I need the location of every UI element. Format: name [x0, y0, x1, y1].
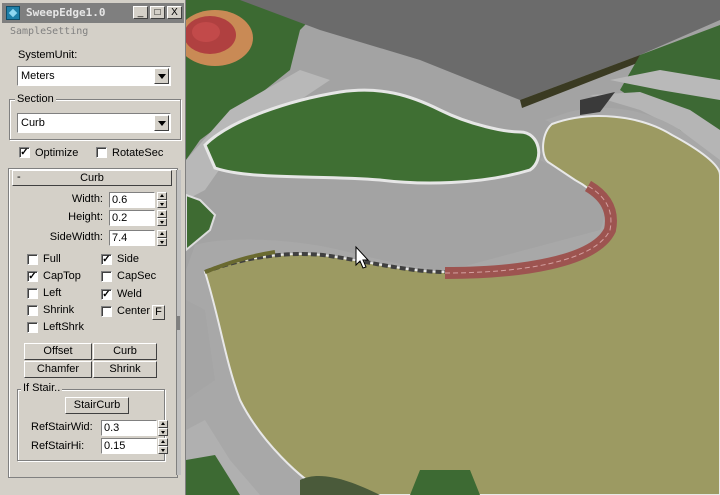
shrink-button[interactable]: Shrink [93, 361, 157, 378]
curb-rollout-header[interactable]: - Curb [12, 170, 172, 186]
center-label: Center [117, 305, 151, 317]
system-unit-dropdown[interactable]: Meters [17, 66, 171, 86]
captop-label: CapTop [43, 270, 81, 282]
restore-button[interactable]: □ [150, 6, 165, 19]
window-title: SweepEdge1.0 [26, 6, 106, 19]
optimize-checkbox[interactable]: ✓ [19, 147, 30, 158]
left-label: Left [43, 287, 62, 299]
leftshrk-checkbox[interactable] [27, 322, 38, 333]
shrink-checkbox[interactable] [27, 305, 38, 316]
captop-checkbox[interactable]: ✓ [27, 271, 38, 282]
rotatesec-label: RotateSec [112, 147, 164, 159]
refstairhi-field[interactable]: 0.15 [101, 438, 157, 454]
staircurb-button[interactable]: StairCurb [65, 397, 129, 414]
offset-button[interactable]: Offset [24, 343, 92, 360]
width-spinner[interactable] [157, 192, 167, 208]
height-label: Height: [68, 211, 103, 223]
sidewidth-field[interactable]: 7.4 [109, 230, 155, 246]
sidewidth-label: SideWidth: [49, 231, 103, 243]
height-field[interactable]: 0.2 [109, 210, 155, 226]
sidewidth-value: 7.4 [112, 232, 128, 244]
minimize-button[interactable]: _ [133, 6, 148, 19]
width-value: 0.6 [112, 194, 128, 206]
app-icon [6, 6, 20, 20]
weld-label: Weld [117, 288, 142, 300]
curb-button[interactable]: Curb [93, 343, 157, 360]
refstairhi-value: 0.15 [104, 440, 126, 452]
section-label: Section [15, 93, 56, 105]
chevron-down-icon[interactable] [154, 68, 169, 84]
side-checkbox[interactable]: ✓ [101, 254, 112, 265]
leftshrk-label: LeftShrk [43, 321, 84, 333]
side-label: Side [117, 253, 140, 265]
sidewidth-spinner[interactable] [157, 230, 167, 246]
capsec-checkbox[interactable] [101, 271, 112, 282]
left-checkbox[interactable] [27, 288, 38, 299]
shrink-label: Shrink [43, 304, 75, 316]
refstairwid-spinner[interactable] [158, 420, 168, 436]
rotatesec-checkbox[interactable] [96, 147, 107, 158]
title-bar[interactable]: SweepEdge1.0 _ □ X [2, 3, 184, 23]
width-label: Width: [71, 193, 103, 205]
width-field[interactable]: 0.6 [109, 192, 155, 208]
chamfer-button[interactable]: Chamfer [24, 361, 92, 378]
refstairhi-label: RefStairHi: [31, 440, 85, 452]
center-f-button[interactable]: F [152, 305, 165, 320]
full-checkbox[interactable] [27, 254, 38, 265]
height-value: 0.2 [112, 212, 128, 224]
refstairwid-label: RefStairWid: [31, 421, 93, 433]
close-button[interactable]: X [167, 6, 182, 19]
scrollbar-thumb[interactable] [176, 316, 180, 330]
refstairhi-spinner[interactable] [158, 438, 168, 454]
3d-viewport[interactable] [186, 0, 720, 495]
system-unit-value: Meters [21, 70, 55, 82]
section-value: Curb [21, 117, 45, 129]
weld-checkbox[interactable]: ✓ [101, 289, 112, 300]
refstairwid-value: 0.3 [104, 422, 120, 434]
section-dropdown[interactable]: Curb [17, 113, 171, 133]
rollout-title: Curb [80, 172, 104, 184]
chevron-down-icon[interactable] [154, 115, 169, 131]
center-checkbox[interactable] [101, 306, 112, 317]
height-spinner[interactable] [157, 210, 167, 226]
refstairwid-field[interactable]: 0.3 [101, 420, 157, 436]
if-stair-label: If Stair.. [21, 382, 63, 394]
preset-subtitle: SampleSetting [10, 26, 89, 37]
capsec-label: CapSec [117, 270, 157, 282]
optimize-label: Optimize [35, 147, 79, 159]
system-unit-label: SystemUnit: [18, 49, 78, 61]
sweepedge-panel: SweepEdge1.0 _ □ X SampleSetting SystemU… [0, 0, 186, 495]
full-label: Full [43, 253, 61, 265]
